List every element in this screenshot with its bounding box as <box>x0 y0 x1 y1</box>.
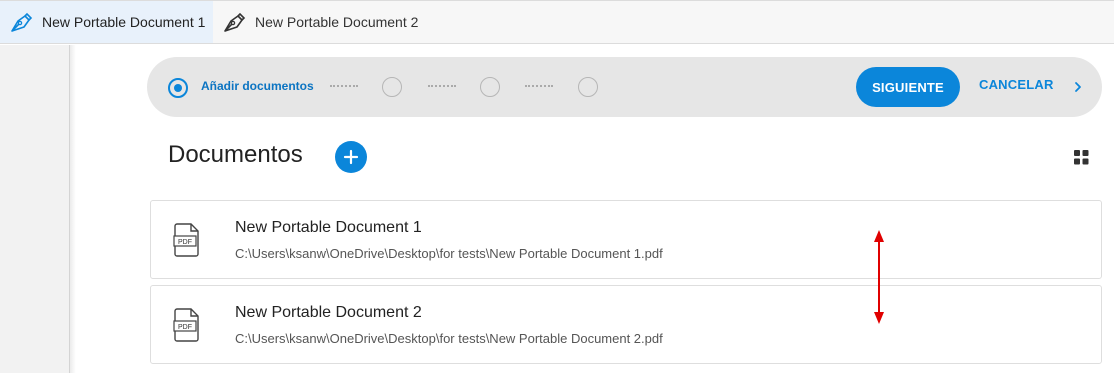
next-button[interactable]: SIGUIENTE <box>856 67 960 107</box>
pen-nib-icon <box>11 12 33 32</box>
document-title: New Portable Document 1 <box>235 219 422 236</box>
step-2-indicator[interactable] <box>382 77 402 97</box>
wizard-steps-bar: Añadir documentos SIGUIENTE CANCELAR <box>147 57 1102 117</box>
cancel-button[interactable]: CANCELAR <box>979 77 1054 92</box>
tab-label: New Portable Document 1 <box>42 14 206 30</box>
pdf-file-icon: PDF <box>173 223 199 257</box>
document-path: C:\Users\ksanw\OneDrive\Desktop\for test… <box>235 246 663 261</box>
document-path: C:\Users\ksanw\OneDrive\Desktop\for test… <box>235 331 663 346</box>
document-title: New Portable Document 2 <box>235 304 422 321</box>
step-3-indicator[interactable] <box>480 77 500 97</box>
pdf-file-icon: PDF <box>173 308 199 342</box>
pen-nib-icon <box>224 12 246 32</box>
step-1-indicator[interactable] <box>168 78 188 98</box>
tab-document-1[interactable]: New Portable Document 1 <box>0 1 213 43</box>
step-connector <box>525 85 553 87</box>
step-connector <box>428 85 456 87</box>
step-1-label[interactable]: Añadir documentos <box>201 79 314 93</box>
document-list-item[interactable]: PDF New Portable Document 1 C:\Users\ksa… <box>150 200 1102 279</box>
tab-label: New Portable Document 2 <box>255 14 419 30</box>
tab-document-2[interactable]: New Portable Document 2 <box>213 1 443 43</box>
double-arrow-annotation-icon <box>874 230 884 324</box>
step-4-indicator[interactable] <box>578 77 598 97</box>
step-connector <box>330 85 358 87</box>
document-list-item[interactable]: PDF New Portable Document 2 C:\Users\ksa… <box>150 285 1102 364</box>
sidebar <box>0 45 70 373</box>
tab-bar: New Portable Document 1 New Portable Doc… <box>0 0 1114 44</box>
add-document-button[interactable] <box>335 141 367 173</box>
page-title: Documentos <box>168 141 303 168</box>
pdf-icon-label: PDF <box>178 239 192 246</box>
chevron-right-icon[interactable] <box>1071 77 1085 97</box>
pdf-icon-label: PDF <box>178 324 192 331</box>
plus-icon <box>343 149 359 165</box>
sidebar-divider <box>70 45 76 373</box>
grid-view-icon[interactable] <box>1074 150 1089 165</box>
